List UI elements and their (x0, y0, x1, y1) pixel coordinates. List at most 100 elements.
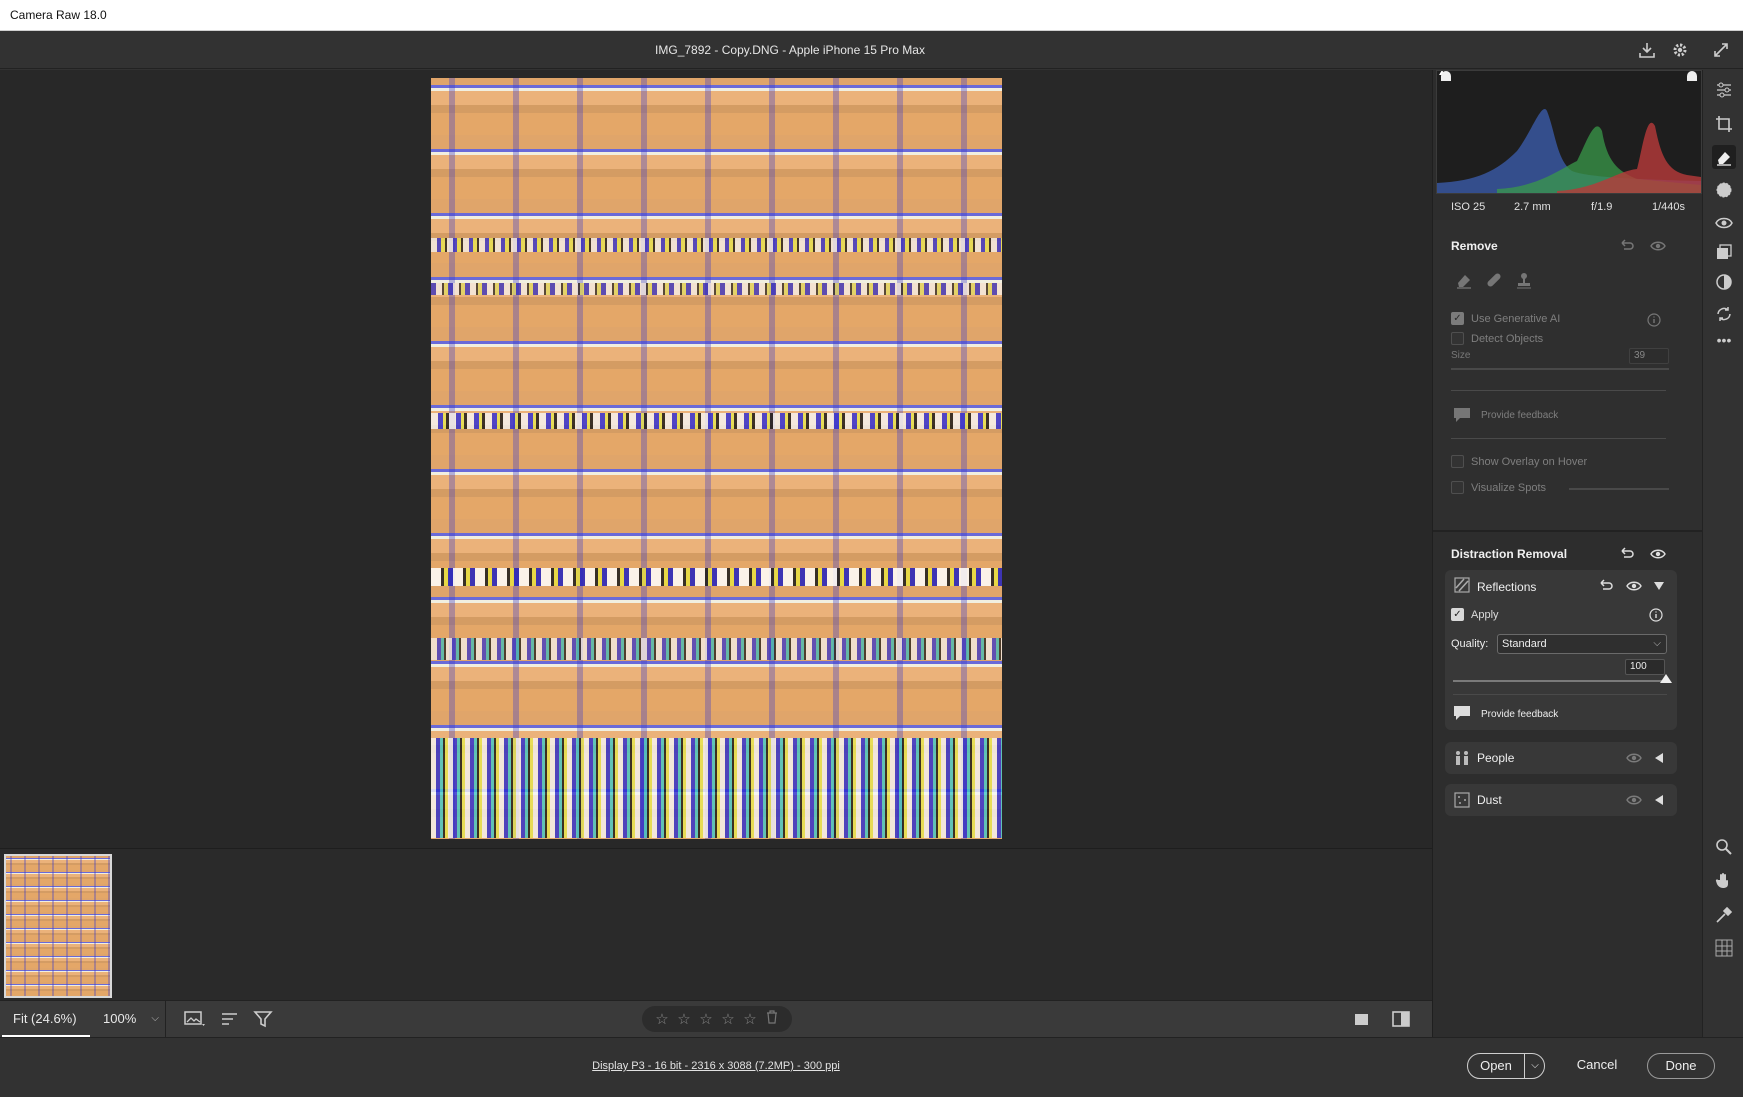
edit-sliders-icon[interactable] (1712, 78, 1736, 102)
workflow-options-link[interactable]: Display P3 - 16 bit - 2316 x 3088 (7.2MP… (0, 1060, 1432, 1072)
star-1-icon[interactable]: ☆ (654, 1010, 670, 1028)
eye-icon[interactable] (1625, 749, 1643, 767)
sort-icon[interactable] (218, 1008, 242, 1030)
star-2-icon[interactable]: ☆ (676, 1010, 692, 1028)
divider (1451, 390, 1666, 391)
more-options-icon[interactable]: ••• (1712, 328, 1736, 352)
filter-icon[interactable] (251, 1008, 275, 1030)
exif-iso: ISO 25 (1451, 201, 1486, 213)
zoom-fit-button[interactable]: Fit (24.6%) (2, 1001, 90, 1037)
size-value-field[interactable]: 39 (1629, 348, 1669, 364)
reflections-title: Reflections (1477, 580, 1537, 594)
distraction-removal-section: Distraction Removal Reflections ✓ Apply … (1433, 530, 1703, 1040)
zoom-level-label: 100% (103, 1011, 137, 1026)
eye-icon[interactable] (1649, 237, 1667, 255)
star-5-icon[interactable]: ☆ (742, 1010, 758, 1028)
divider (1453, 694, 1667, 695)
presets-icon[interactable] (1712, 270, 1736, 294)
filmstrip-thumbnail[interactable] (4, 854, 112, 998)
layers-icon[interactable] (1712, 240, 1736, 264)
image-canvas[interactable] (0, 70, 1432, 848)
done-button[interactable]: Done (1647, 1053, 1715, 1079)
red-eye-icon[interactable] (1712, 211, 1736, 235)
shadow-clipping-icon[interactable] (1441, 71, 1451, 81)
before-after-icon[interactable] (1389, 1008, 1413, 1030)
provide-feedback-link[interactable]: Provide feedback (1481, 709, 1558, 720)
divider (1524, 1054, 1525, 1078)
quality-select[interactable]: Standard ⌵ (1497, 634, 1667, 654)
trash-icon[interactable] (764, 1010, 780, 1028)
color-sampler-icon[interactable] (1712, 903, 1736, 927)
info-icon[interactable] (1645, 311, 1663, 329)
collapse-triangle-icon[interactable] (1650, 577, 1668, 595)
use-generative-ai-checkbox[interactable]: ✓ Use Generative AI (1451, 312, 1560, 325)
eye-icon[interactable] (1625, 577, 1643, 595)
people-card[interactable]: People (1445, 742, 1677, 774)
reset-icon[interactable] (1618, 237, 1636, 255)
tool-rail: ••• (1702, 70, 1743, 1037)
histogram (1436, 70, 1702, 194)
size-slider[interactable] (1451, 368, 1669, 370)
chevron-down-icon: ⌵ (1653, 638, 1661, 649)
use-generative-ai-label: Use Generative AI (1471, 312, 1561, 325)
feedback-icon[interactable] (1453, 704, 1471, 722)
show-overlay-label: Show Overlay on Hover (1471, 455, 1588, 468)
checkbox-box (1451, 455, 1464, 468)
visualize-spots-slider[interactable] (1569, 488, 1669, 490)
document-title: IMG_7892 - Copy.DNG - Apple iPhone 15 Pr… (655, 43, 925, 57)
size-label: Size (1451, 350, 1471, 361)
provide-feedback-link[interactable]: Provide feedback (1481, 410, 1558, 421)
reset-icon[interactable] (1597, 577, 1615, 595)
star-4-icon[interactable]: ☆ (720, 1010, 736, 1028)
expand-triangle-icon[interactable] (1650, 791, 1668, 809)
grid-overlay-icon[interactable] (1712, 936, 1736, 960)
apply-label: Apply (1471, 608, 1499, 621)
eraser-icon[interactable] (1455, 271, 1473, 289)
heal-bandage-icon[interactable] (1485, 271, 1503, 289)
checkbox-box: ✓ (1451, 608, 1464, 621)
save-icon[interactable] (1636, 39, 1658, 61)
detect-objects-checkbox[interactable]: Detect Objects (1451, 332, 1543, 345)
hand-tool-icon[interactable] (1712, 868, 1736, 892)
fullscreen-icon[interactable] (1710, 39, 1732, 61)
star-rating[interactable]: ☆ ☆ ☆ ☆ ☆ (642, 1006, 792, 1032)
people-icon (1453, 749, 1471, 767)
chevron-down-icon: ⌵ (151, 1013, 159, 1024)
amount-slider-thumb[interactable] (1660, 674, 1672, 683)
crop-icon[interactable] (1712, 112, 1736, 136)
gear-icon[interactable] (1669, 39, 1691, 61)
single-view-icon[interactable] (1350, 1008, 1374, 1030)
edit-panel: ISO 25 2.7 mm f/1.9 1/440s Remove ✓ Use … (1432, 70, 1703, 1040)
amount-slider[interactable] (1453, 680, 1667, 682)
zoom-level-dropdown[interactable]: 100% ⌵ (92, 1001, 166, 1037)
info-icon[interactable] (1647, 606, 1665, 624)
exif-aperture: f/1.9 (1591, 201, 1613, 213)
star-3-icon[interactable]: ☆ (698, 1010, 714, 1028)
visualize-spots-checkbox[interactable]: Visualize Spots (1451, 481, 1546, 494)
remove-tool-icon[interactable] (1712, 145, 1736, 169)
exif-info: ISO 25 2.7 mm f/1.9 1/440s (1433, 194, 1703, 220)
amount-value-field[interactable]: 100 (1625, 659, 1665, 675)
eye-icon[interactable] (1625, 791, 1643, 809)
quality-label: Quality: (1451, 638, 1489, 650)
feedback-icon[interactable] (1453, 406, 1471, 424)
dust-card[interactable]: Dust (1445, 784, 1677, 816)
reset-icon[interactable] (1618, 545, 1636, 563)
chevron-down-icon[interactable]: ⌵ (1526, 1054, 1544, 1078)
open-button-label: Open (1480, 1058, 1512, 1073)
apply-checkbox[interactable]: ✓ Apply (1451, 608, 1499, 621)
image-options-icon[interactable] (183, 1008, 207, 1030)
exif-focal-length: 2.7 mm (1514, 201, 1551, 213)
snapshots-icon[interactable] (1712, 302, 1736, 326)
photo-preview[interactable] (431, 78, 1002, 839)
expand-triangle-icon[interactable] (1650, 749, 1668, 767)
zoom-tool-icon[interactable] (1712, 835, 1736, 859)
open-button[interactable]: Open ⌵ (1467, 1053, 1545, 1079)
show-overlay-checkbox[interactable]: Show Overlay on Hover (1451, 455, 1587, 468)
cancel-button[interactable]: Cancel (1562, 1053, 1632, 1079)
dust-title: Dust (1477, 793, 1502, 807)
highlight-clipping-icon[interactable] (1687, 71, 1697, 81)
eye-icon[interactable] (1649, 545, 1667, 563)
masking-icon[interactable] (1712, 178, 1736, 202)
clone-stamp-icon[interactable] (1515, 271, 1533, 289)
